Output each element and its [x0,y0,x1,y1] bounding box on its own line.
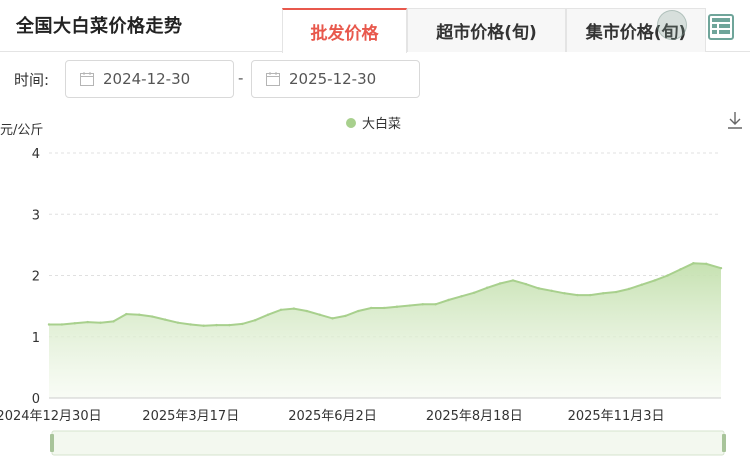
start-date-value: 2024-12-30 [103,70,191,88]
y-tick-label: 1 [32,331,40,346]
table-view-icon[interactable] [706,12,736,42]
zoom-slider-handle[interactable] [722,434,726,452]
data-point [176,321,180,324]
data-point [266,313,270,316]
data-point [125,312,128,316]
help-icon[interactable] [657,10,687,40]
data-point [318,313,321,316]
data-point [692,262,695,265]
price-chart: 0 1 2 3 4 元/公斤 2024年12月30日 2025年3月17日 2025年6月2日 2… [0,112,742,456]
zoom-slider-handle[interactable] [50,434,54,452]
tab-supermarket-price[interactable]: 超市价格(旬) [407,8,566,52]
date-range-row: 时间: 2024-12-30 - 2025-12-30 [0,60,750,98]
x-tick-label: 2025年8月18日 [426,409,523,424]
data-point [86,320,89,324]
series-area [49,263,721,398]
data-point [627,287,631,291]
data-point [614,290,618,294]
data-point [576,293,579,297]
data-point [537,287,540,290]
download-icon[interactable] [728,112,742,129]
x-tick-label: 2025年6月2日 [288,409,377,424]
data-point [150,315,154,318]
data-point [228,323,231,327]
data-point [421,303,424,306]
data-point [485,286,489,289]
header: 全国大白菜价格走势 批发价格 超市价格(旬) 集市价格(旬) [0,0,750,53]
x-tick-label: 2025年3月17日 [142,409,239,424]
x-tick-label: 2025年11月3日 [568,409,665,424]
y-axis-label: 元/公斤 [0,123,43,138]
legend-marker [346,118,356,128]
data-point [112,320,115,323]
end-date-value: 2025-12-30 [289,70,377,88]
data-point [138,313,141,316]
data-point [344,314,347,318]
data-point [189,323,192,326]
data-point [292,307,296,310]
end-date-input[interactable]: 2025-12-30 [251,60,420,98]
data-point [73,322,76,325]
y-tick-label: 0 [32,392,40,407]
data-point [99,321,102,324]
data-point [447,298,450,302]
data-point [47,323,51,326]
data-point [550,289,553,293]
data-point [434,303,437,306]
data-point [382,306,386,310]
data-point [589,293,592,297]
data-point [719,266,723,270]
data-point [524,282,528,286]
zoom-slider-track[interactable] [51,430,725,456]
data-point [679,268,682,271]
data-point [511,279,515,282]
data-point [369,306,373,310]
calendar-icon [266,72,280,86]
data-point [601,292,605,295]
calendar-icon [80,72,94,86]
start-date-input[interactable]: 2024-12-30 [65,60,234,98]
data-point [498,282,502,285]
data-point [241,322,244,326]
y-tick-label: 3 [32,208,40,223]
page-title: 全国大白菜价格走势 [16,16,183,37]
data-point [305,309,308,313]
data-point [60,323,64,326]
data-point [357,309,360,313]
data-point [666,274,669,277]
legend-label: 大白菜 [362,116,401,132]
y-tick-label: 4 [32,147,40,162]
data-point [460,295,463,298]
data-point [254,319,257,322]
data-point [395,305,399,308]
data-point [279,308,283,311]
data-point [408,304,412,307]
date-separator: - [238,69,244,87]
data-point [473,291,476,294]
date-label: 时间: [14,71,50,89]
x-tick-label: 2024年12月30日 [0,409,102,424]
data-point [163,318,167,321]
data-point [640,283,644,286]
y-tick-label: 2 [32,270,40,285]
data-point [331,317,334,320]
data-point [563,292,566,295]
data-point [202,324,205,327]
tab-wholesale-price[interactable]: 批发价格 [282,8,407,53]
data-point [705,262,708,266]
data-point [215,323,218,327]
data-point [653,279,656,282]
